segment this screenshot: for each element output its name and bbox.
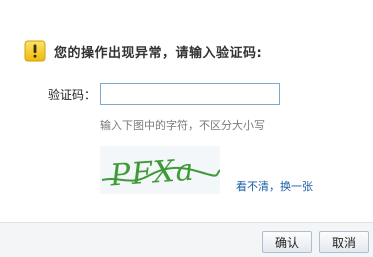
dialog-footer: 确认 取消: [0, 222, 373, 257]
captcha-dialog: 您的操作出现异常，请输入验证码: 验证码： 输入下图中的字符，不区分大小写 PF…: [0, 0, 373, 257]
captcha-field-row: 验证码：: [48, 82, 280, 106]
cancel-button[interactable]: 取消: [319, 231, 369, 253]
warning-message: 您的操作出现异常，请输入验证码:: [54, 45, 263, 61]
dialog-header: 您的操作出现异常，请输入验证码:: [24, 39, 262, 63]
captcha-hint: 输入下图中的字符，不区分大小写: [100, 119, 265, 132]
captcha-field-label: 验证码：: [48, 87, 97, 102]
captcha-image[interactable]: PFXa: [100, 146, 221, 194]
confirm-button[interactable]: 确认: [262, 231, 312, 253]
captcha-text: PFXa: [108, 153, 195, 194]
captcha-input[interactable]: [100, 83, 280, 105]
refresh-captcha-link[interactable]: 看不清，换一张: [236, 178, 313, 194]
warning-icon: [24, 40, 46, 62]
